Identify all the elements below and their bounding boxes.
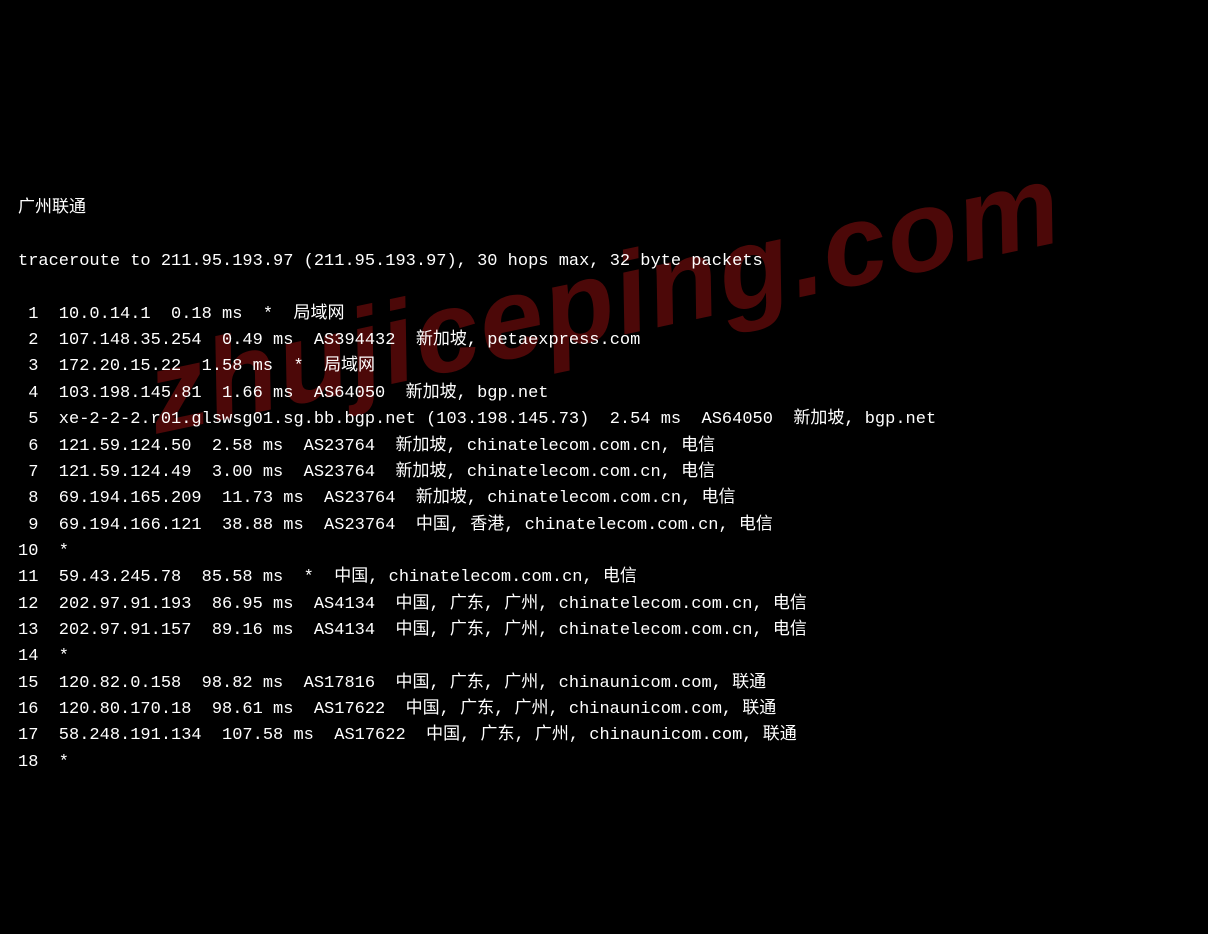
hops-list: 1 10.0.14.1 0.18 ms * 局域网 2 107.148.35.2…: [18, 302, 1190, 776]
hop-line: 9 69.194.166.121 38.88 ms AS23764 中国, 香港…: [18, 513, 1190, 539]
hop-line: 7 121.59.124.49 3.00 ms AS23764 新加坡, chi…: [18, 460, 1190, 486]
hop-line: 13 202.97.91.157 89.16 ms AS4134 中国, 广东,…: [18, 618, 1190, 644]
hop-line: 10 *: [18, 539, 1190, 565]
hop-line: 11 59.43.245.78 85.58 ms * 中国, chinatele…: [18, 565, 1190, 591]
hop-line: 16 120.80.170.18 98.61 ms AS17622 中国, 广东…: [18, 697, 1190, 723]
hop-line: 15 120.82.0.158 98.82 ms AS17816 中国, 广东,…: [18, 671, 1190, 697]
hop-line: 12 202.97.91.193 86.95 ms AS4134 中国, 广东,…: [18, 592, 1190, 618]
hop-line: 3 172.20.15.22 1.58 ms * 局域网: [18, 354, 1190, 380]
traceroute-header: traceroute to 211.95.193.97 (211.95.193.…: [18, 249, 1190, 275]
hop-line: 2 107.148.35.254 0.49 ms AS394432 新加坡, p…: [18, 328, 1190, 354]
hop-line: 8 69.194.165.209 11.73 ms AS23764 新加坡, c…: [18, 486, 1190, 512]
terminal-output: 广州联通 traceroute to 211.95.193.97 (211.95…: [18, 170, 1190, 802]
hop-line: 4 103.198.145.81 1.66 ms AS64050 新加坡, bg…: [18, 381, 1190, 407]
hop-line: 6 121.59.124.50 2.58 ms AS23764 新加坡, chi…: [18, 434, 1190, 460]
hop-line: 1 10.0.14.1 0.18 ms * 局域网: [18, 302, 1190, 328]
traceroute-title: 广州联通: [18, 196, 1190, 222]
hop-line: 17 58.248.191.134 107.58 ms AS17622 中国, …: [18, 723, 1190, 749]
hop-line: 18 *: [18, 750, 1190, 776]
hop-line: 5 xe-2-2-2.r01.glswsg01.sg.bb.bgp.net (1…: [18, 407, 1190, 433]
hop-line: 14 *: [18, 644, 1190, 670]
